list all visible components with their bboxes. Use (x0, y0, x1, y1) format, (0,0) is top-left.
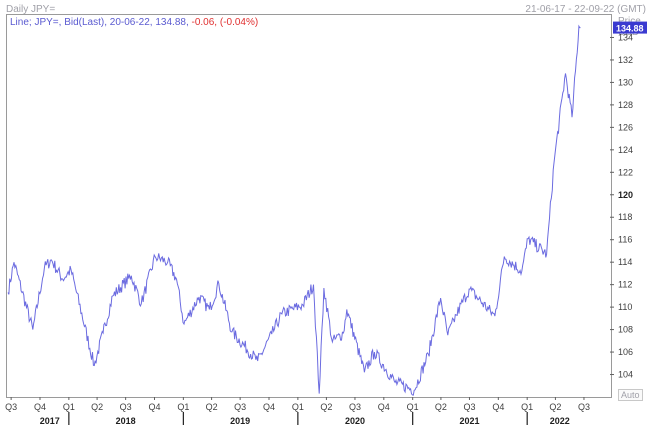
x-quarter-label: Q3 (5, 402, 17, 412)
x-quarter-label: Q3 (120, 402, 132, 412)
x-year-label: 2018 (116, 416, 136, 426)
x-quarter-label: Q1 (292, 402, 304, 412)
x-quarter-label: Q2 (91, 402, 103, 412)
y-tick-label: 112 (618, 280, 632, 290)
last-value-label: 134.88 (616, 24, 644, 34)
x-quarter-label: Q4 (378, 402, 390, 412)
y-tick-label: 132 (618, 55, 633, 65)
x-quarter-label: Q3 (578, 402, 590, 412)
x-quarter-label: Q4 (34, 402, 46, 412)
x-quarter-label: Q2 (206, 402, 218, 412)
series-line-jpy (7, 24, 581, 396)
x-quarter-label: Q4 (148, 402, 160, 412)
x-year-label: 2019 (230, 416, 250, 426)
price-chart: 104 106 108 110 112 114 116 118 120 122 124 126 128 1… (5, 21, 647, 426)
y-tick-label: 120 (618, 190, 633, 200)
x-quarter-label: Q4 (263, 402, 275, 412)
x-quarter-label: Q1 (521, 402, 533, 412)
y-tick-label: 118 (618, 212, 632, 222)
y-tick-label: 114 (618, 257, 632, 267)
y-tick-label: 134 (618, 32, 633, 42)
x-quarter-label: Q2 (549, 402, 561, 412)
y-tick-label: 108 (618, 325, 633, 335)
y-tick-label: 104 (618, 370, 633, 380)
y-tick-label: 106 (618, 347, 633, 357)
x-year-label: 2021 (459, 416, 479, 426)
y-tick-label: 122 (618, 167, 633, 177)
y-tick-label: 128 (618, 100, 633, 110)
x-quarter-label: Q1 (63, 402, 75, 412)
x-quarter-label: Q3 (463, 402, 475, 412)
y-tick-label: 130 (618, 77, 633, 87)
x-year-label: 2020 (345, 416, 365, 426)
x-quarter-label: Q4 (492, 402, 504, 412)
x-quarter-label: Q2 (320, 402, 332, 412)
x-quarter-label: Q1 (407, 402, 419, 412)
x-quarter-label: Q1 (177, 402, 189, 412)
y-tick-label: 124 (618, 145, 633, 155)
y-tick-label: 116 (618, 235, 632, 245)
x-year-label: 2022 (550, 416, 570, 426)
y-tick-label: 126 (618, 122, 633, 132)
auto-scale-button[interactable]: Auto (618, 389, 643, 401)
x-quarter-label: Q3 (349, 402, 361, 412)
y-tick-label: 110 (618, 302, 632, 312)
x-quarter-label: Q3 (234, 402, 246, 412)
x-quarter-label: Q2 (435, 402, 447, 412)
x-year-label: 2017 (40, 416, 60, 426)
